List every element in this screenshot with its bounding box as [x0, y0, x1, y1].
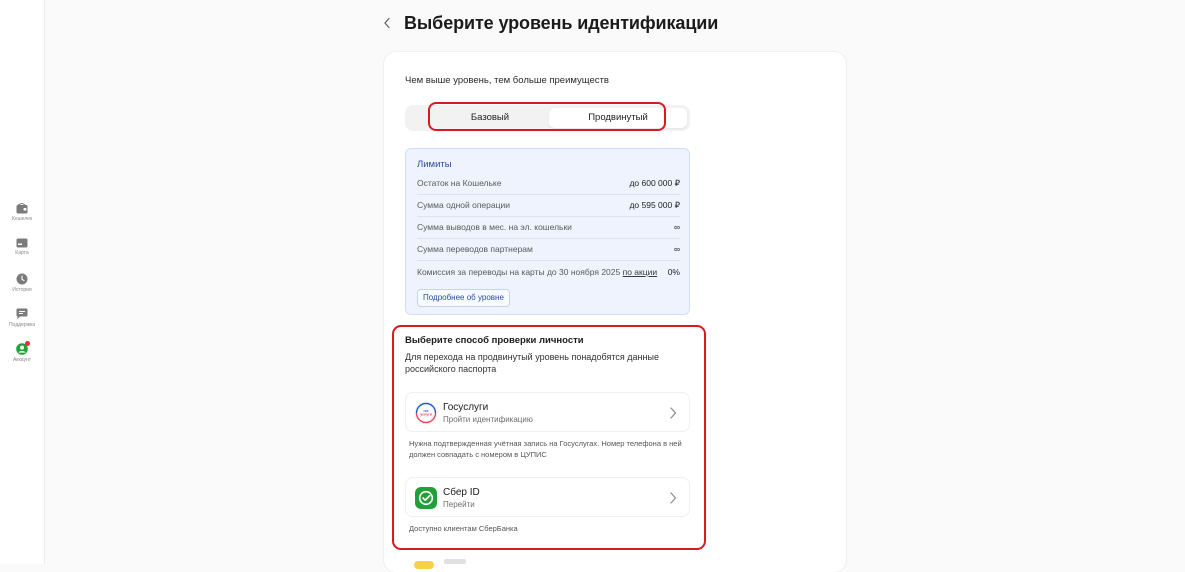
limits-title: Лимиты — [417, 159, 452, 170]
limit-row: Сумма выводов в мес. на эл. кошельки ∞ — [417, 216, 680, 239]
sidebar: Кошелек Карта История Поддержка Аккаунт — [0, 0, 45, 564]
level-details-button[interactable]: Подробнее об уровне — [417, 289, 510, 307]
limit-value: ∞ — [673, 222, 680, 232]
next-option-title — [444, 559, 466, 564]
nav-label: Карта — [15, 250, 29, 256]
nav-item-history[interactable]: История — [0, 273, 44, 293]
sber-id-option[interactable]: Сбер ID Перейти — [405, 477, 690, 517]
back-button[interactable] — [383, 16, 397, 34]
clock-icon — [16, 273, 28, 285]
tab-advanced[interactable]: Продвинутый — [549, 108, 687, 128]
chevron-right-icon — [670, 407, 677, 419]
nav-label: Кошелек — [11, 216, 33, 222]
wallet-icon — [16, 203, 28, 214]
notification-dot — [25, 341, 30, 346]
level-segmented-control: Базовый Продвинутый — [405, 105, 690, 131]
limit-value: до 595 000 ₽ — [629, 199, 680, 210]
nav-item-account[interactable]: Аккаунт — [0, 341, 44, 363]
nav-label: История — [12, 287, 32, 293]
gosuslugi-logo: гос услуги — [414, 401, 438, 425]
chat-icon — [16, 308, 28, 319]
chevron-right-icon — [670, 492, 677, 504]
chevron-left-icon — [384, 17, 390, 29]
limit-row: Комиссия за переводы на карты до 30 нояб… — [417, 261, 680, 283]
nav-item-support[interactable]: Поддержка — [0, 308, 44, 328]
limit-label: Сумма одной операции — [417, 200, 510, 210]
limits-panel: Лимиты Остаток на Кошельке до 600 000 ₽ … — [405, 148, 690, 315]
svg-text:услуги: услуги — [420, 413, 432, 417]
method-name: Сбер ID — [443, 487, 480, 498]
method-note: Доступно клиентам СберБанка — [409, 524, 518, 533]
limit-row: Остаток на Кошельке до 600 000 ₽ — [417, 172, 680, 195]
method-subtitle: Пройти идентификацию — [443, 415, 533, 424]
method-subtitle: Перейти — [443, 500, 475, 509]
nav-label: Аккаунт — [12, 357, 32, 363]
limit-label: Сумма выводов в мес. на эл. кошельки — [417, 222, 572, 232]
method-note: Нужна подтвержденная учётная запись на Г… — [409, 439, 682, 459]
limit-value: ∞ — [673, 244, 680, 254]
limit-label-text: Комиссия за переводы на карты до 30 нояб… — [417, 267, 621, 277]
limit-label: Сумма переводов партнерам — [417, 244, 533, 254]
limit-value: до 600 000 ₽ — [629, 177, 680, 188]
gosuslugi-option[interactable]: гос услуги Госуслуги Пройти идентификаци… — [405, 392, 690, 432]
card-icon — [16, 238, 28, 248]
tab-basic[interactable]: Базовый — [431, 108, 549, 128]
nav-label: Поддержка — [8, 322, 36, 328]
limit-label: Комиссия за переводы на карты до 30 нояб… — [417, 267, 657, 277]
nav-item-card[interactable]: Карта — [0, 238, 44, 256]
nav-item-wallet[interactable]: Кошелек — [0, 203, 44, 222]
level-subtitle: Чем выше уровень, тем больше преимуществ — [405, 75, 609, 86]
verification-title: Выберите способ проверки личности — [405, 335, 584, 346]
method-name: Госуслуги — [443, 402, 489, 413]
limit-label: Остаток на Кошельке — [417, 178, 502, 188]
promo-link[interactable]: по акции — [623, 267, 658, 277]
page-title: Выберите уровень идентификации — [404, 13, 719, 33]
next-option-icon — [414, 561, 434, 569]
limit-value: 0% — [667, 267, 680, 277]
verification-description: Для перехода на продвинутый уровень пона… — [405, 352, 659, 374]
limit-row: Сумма переводов партнерам ∞ — [417, 238, 680, 261]
limit-row: Сумма одной операции до 595 000 ₽ — [417, 194, 680, 217]
sber-id-logo — [415, 487, 437, 509]
